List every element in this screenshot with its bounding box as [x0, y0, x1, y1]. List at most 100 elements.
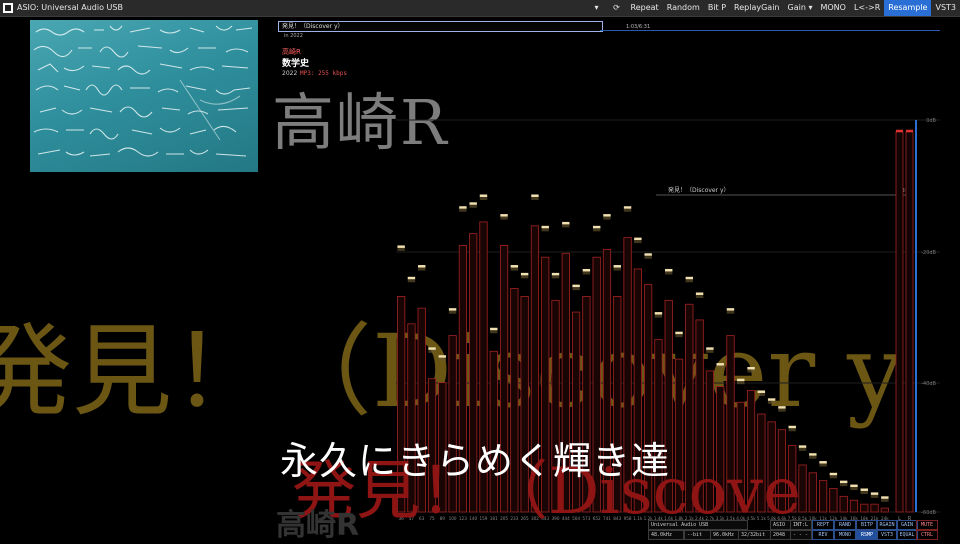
- mono-button[interactable]: MONO: [816, 0, 849, 16]
- peak-glow: [757, 392, 766, 396]
- seek-bar[interactable]: [600, 30, 940, 31]
- vst3-button[interactable]: VST3: [931, 0, 960, 16]
- peak-cap: [623, 206, 632, 209]
- random-status-button[interactable]: RAND: [834, 520, 856, 530]
- repeat-button[interactable]: Repeat: [627, 0, 663, 16]
- spectrum-bar: [767, 421, 776, 513]
- freq-label: 444: [562, 516, 570, 521]
- peak-glow: [613, 267, 621, 271]
- spectrum-bar: [808, 472, 817, 513]
- peak-cap: [809, 453, 817, 456]
- spectrum-bar: [726, 335, 735, 513]
- spectrum-bar: [674, 358, 684, 513]
- rsmp-status-button[interactable]: RSMP: [856, 530, 878, 540]
- spectrum-bar: [736, 401, 745, 513]
- peak-cap: [654, 312, 663, 315]
- gain-dropdown[interactable]: Gain ▾: [784, 0, 817, 16]
- peak-cap: [541, 225, 549, 229]
- spectrum-bar: [880, 507, 889, 513]
- peak-cap: [469, 202, 477, 205]
- db-label: -60dB: [921, 510, 936, 516]
- freq-label: 741: [603, 516, 611, 521]
- peak-glow: [788, 428, 796, 432]
- freq-label: 63: [419, 516, 425, 521]
- mono-status-button[interactable]: MONO: [834, 530, 856, 540]
- vst3-status-button[interactable]: VST3: [876, 530, 898, 540]
- freq-label: 302: [531, 516, 539, 521]
- peak-glow: [603, 216, 611, 220]
- peak-glow: [685, 279, 694, 283]
- peak-glow: [572, 287, 580, 291]
- refresh-icon[interactable]: ⟳: [607, 0, 627, 16]
- peak-cap: [881, 496, 889, 499]
- random-button[interactable]: Random: [663, 0, 704, 16]
- peak-glow: [767, 400, 776, 404]
- resample-button[interactable]: Resample: [884, 0, 932, 16]
- status-samplerate: 48.0kHz: [648, 530, 684, 540]
- bitp-status-button[interactable]: BITP: [856, 520, 878, 530]
- peak-cap: [839, 480, 848, 484]
- peak-cap: [490, 327, 498, 331]
- channel-peak: [896, 129, 903, 133]
- replaygain-button[interactable]: ReplayGain: [730, 0, 783, 16]
- peak-cap: [737, 378, 745, 382]
- spectrum-bar: [839, 495, 848, 513]
- peak-glow: [562, 224, 570, 228]
- peak-cap: [397, 245, 405, 248]
- peak-cap: [778, 406, 786, 409]
- title-bar: ASIO: Universal Audio USB ▾ ⟳ Repeat Ran…: [0, 0, 960, 17]
- peak-cap: [438, 355, 447, 358]
- peak-cap: [572, 284, 580, 288]
- peak-glow: [459, 208, 467, 212]
- gain-status-button[interactable]: GAIN: [896, 520, 918, 530]
- peak-cap: [798, 445, 807, 448]
- freq-label: 75: [429, 516, 435, 521]
- freq-label: 265: [521, 516, 529, 521]
- status-dash: - - - -: [790, 530, 814, 540]
- rev-status-button[interactable]: REV: [812, 530, 834, 540]
- swap-channels-button[interactable]: L<->R: [850, 0, 884, 16]
- freq-label: 140: [469, 516, 477, 521]
- peak-cap: [448, 308, 457, 311]
- track-year-small: in 2022: [284, 33, 303, 39]
- spectrum-bar: [685, 303, 694, 513]
- status-mode: ASIO: [770, 520, 792, 530]
- freq-label: 573: [582, 516, 590, 521]
- peak-cap: [665, 268, 673, 272]
- bit-perfect-button[interactable]: Bit P: [704, 0, 730, 16]
- freq-label: 36: [398, 516, 404, 521]
- peak-glow: [747, 369, 755, 373]
- peak-glow: [448, 310, 457, 314]
- peak-cap: [685, 276, 694, 280]
- peak-glow: [716, 365, 724, 369]
- peak-cap: [706, 347, 714, 350]
- peak-glow: [737, 381, 745, 385]
- peak-glow: [675, 334, 683, 338]
- spectrum-bar: [777, 429, 787, 513]
- spectrum-bar: [849, 499, 859, 513]
- peak-cap: [582, 268, 591, 272]
- freq-label: 652: [593, 516, 601, 521]
- mute-status-button[interactable]: MUTE: [916, 520, 938, 530]
- peak-cap: [479, 194, 488, 197]
- peak-glow: [407, 279, 416, 283]
- peak-glow: [490, 330, 498, 334]
- spectrum-bar: [746, 390, 756, 513]
- freq-label: 57: [409, 516, 415, 521]
- freq-label: 205: [500, 516, 508, 521]
- menu-dropdown-icon[interactable]: ▾: [587, 0, 607, 16]
- peak-cap: [757, 390, 766, 393]
- peak-glow: [397, 247, 405, 251]
- peak-glow: [809, 455, 817, 459]
- freq-label: 100: [449, 516, 457, 521]
- peak-cap: [510, 265, 519, 268]
- repeat-status-button[interactable]: REPT: [812, 520, 834, 530]
- peak-glow: [634, 240, 642, 244]
- track-title-field[interactable]: 発見！（Discover y）: [278, 21, 603, 32]
- rgain-status-button[interactable]: RGAIN: [876, 520, 898, 530]
- equal-status-button[interactable]: EQUAL: [896, 530, 918, 540]
- spectrum-bar: [860, 503, 869, 513]
- marker-label: 発見！（Discover y）: [668, 186, 730, 194]
- ctrl-status-button[interactable]: CTRL: [916, 530, 938, 540]
- peak-glow: [479, 196, 488, 200]
